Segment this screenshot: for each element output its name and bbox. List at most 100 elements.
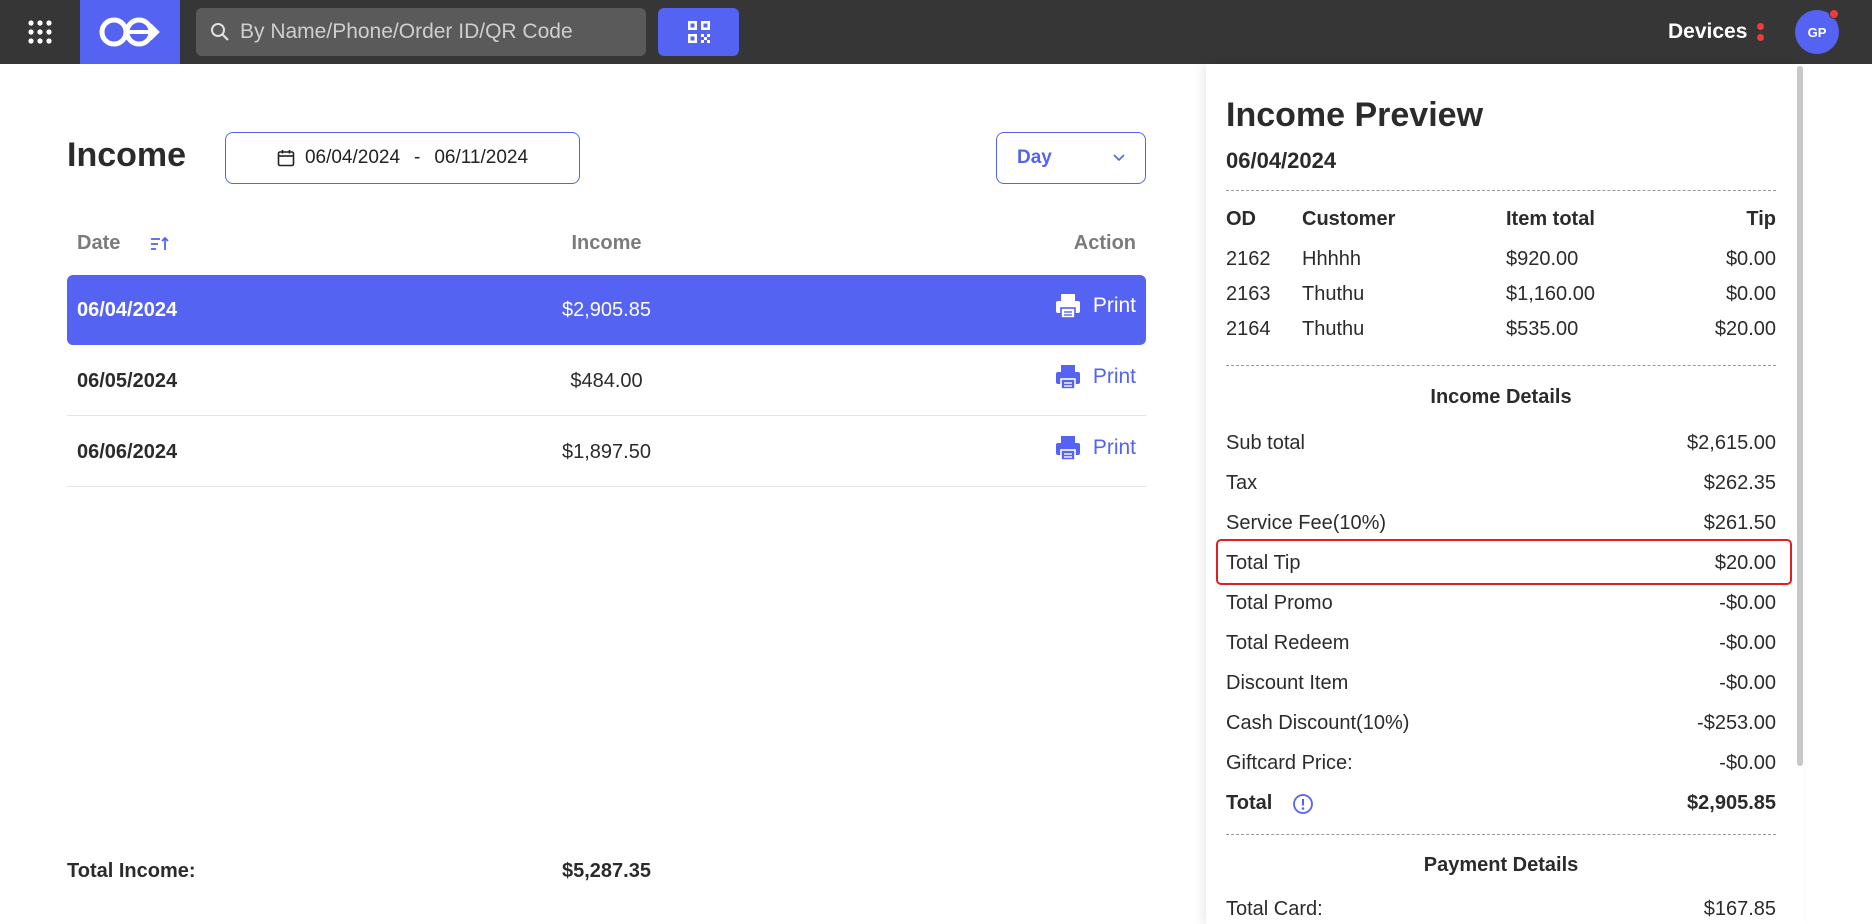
column-od: OD: [1226, 208, 1256, 230]
order-customer: Thuthu: [1302, 318, 1365, 340]
order-od: 2164: [1226, 318, 1271, 340]
devices-status-icon: [1757, 23, 1765, 41]
total-income-value: $5,287.35: [562, 860, 651, 882]
row-income: $2,905.85: [562, 299, 651, 321]
row-income: $1,897.50: [562, 441, 651, 463]
date-start: 06/04/2024: [304, 147, 401, 168]
total-row: Total $2,905.85: [1226, 792, 1776, 815]
payment-details-title: Payment Details: [1423, 854, 1579, 876]
order-od: 2163: [1226, 283, 1271, 305]
income-details-title: Income Details: [1430, 386, 1572, 408]
top-bar: Devices GP: [0, 0, 1872, 64]
period-value: Day: [1017, 147, 1052, 168]
detail-row: Tax $262.35: [1226, 472, 1776, 495]
search-icon: [211, 23, 229, 41]
devices-label: Devices: [1668, 20, 1748, 43]
page-title: Income: [67, 136, 187, 174]
table-row[interactable]: 06/06/2024 $1,897.50 Print: [67, 417, 1146, 487]
printer-icon: [1055, 436, 1080, 461]
detail-label: Giftcard Price:: [1226, 752, 1353, 774]
detail-value: $2,615.00: [1687, 432, 1776, 454]
print-button[interactable]: Print: [1055, 364, 1136, 390]
detail-row: Service Fee(10%) $261.50: [1226, 512, 1776, 535]
payment-value: $167.85: [1703, 898, 1776, 920]
apps-grid-icon[interactable]: [0, 0, 80, 64]
qr-scan-button[interactable]: [658, 8, 739, 56]
date-range-picker[interactable]: 06/04/2024 - 06/11/2024: [225, 132, 580, 184]
total-label: Total: [1226, 792, 1273, 814]
payment-label: Total Card:: [1226, 898, 1323, 920]
column-action: Action: [1073, 232, 1136, 254]
table-row[interactable]: 06/04/2024 $2,905.85 Print: [67, 275, 1146, 345]
preview-date: 06/04/2024: [1226, 148, 1337, 173]
detail-label: Total Tip: [1226, 552, 1301, 574]
date-end: 06/11/2024: [434, 147, 529, 168]
column-customer: Customer: [1302, 208, 1396, 230]
detail-row: Cash Discount(10%) -$253.00: [1226, 712, 1776, 735]
column-tip: Tip: [1746, 208, 1776, 230]
period-select[interactable]: Day: [996, 132, 1146, 184]
column-item-total: Item total: [1506, 208, 1595, 230]
notification-dot: [1829, 9, 1839, 19]
detail-label: Cash Discount(10%): [1226, 712, 1410, 734]
divider: [1226, 365, 1776, 366]
table-row[interactable]: 06/05/2024 $484.00 Print: [67, 346, 1146, 416]
total-value: $2,905.85: [1687, 792, 1776, 814]
preview-scrollbar[interactable]: [1797, 66, 1803, 766]
order-item-total: $535.00: [1506, 318, 1579, 340]
preview-title: Income Preview: [1226, 96, 1484, 134]
order-tip: $20.00: [1714, 318, 1776, 340]
column-income: Income: [571, 232, 642, 254]
detail-value: -$253.00: [1697, 712, 1776, 734]
divider: [1226, 190, 1776, 191]
order-od: 2162: [1226, 248, 1271, 270]
detail-value: -$0.00: [1719, 672, 1776, 694]
app-logo[interactable]: [80, 0, 180, 64]
total-label-wrap: Total: [1226, 792, 1314, 815]
detail-row: Giftcard Price: -$0.00: [1226, 752, 1776, 775]
row-income: $484.00: [570, 370, 643, 392]
qr-code-icon: [687, 21, 710, 43]
print-button[interactable]: Print: [1055, 293, 1136, 319]
order-tip: $0.00: [1725, 248, 1776, 270]
info-icon[interactable]: [1292, 793, 1314, 815]
print-label: Print: [1092, 365, 1136, 388]
print-label: Print: [1092, 436, 1136, 459]
detail-value: -$0.00: [1719, 752, 1776, 774]
print-label: Print: [1092, 294, 1136, 317]
order-customer: Thuthu: [1302, 283, 1365, 305]
detail-label: Total Promo: [1226, 592, 1333, 614]
calendar-icon: [277, 150, 295, 167]
print-button[interactable]: Print: [1055, 435, 1136, 461]
payment-row: Total Card: $167.85: [1226, 898, 1776, 921]
detail-value: $20.00: [1714, 552, 1776, 574]
detail-value: -$0.00: [1719, 592, 1776, 614]
detail-value: $261.50: [1703, 512, 1776, 534]
income-table-header: Date Income Action: [67, 222, 1146, 266]
income-preview-panel: Income Preview 06/04/2024 OD Customer It…: [1206, 64, 1804, 924]
detail-row: Total Promo -$0.00: [1226, 592, 1776, 615]
search-box[interactable]: [196, 8, 646, 56]
detail-row: Discount Item -$0.00: [1226, 672, 1776, 695]
detail-row: Total Redeem -$0.00: [1226, 632, 1776, 655]
detail-label: Tax: [1226, 472, 1258, 494]
order-tip: $0.00: [1725, 283, 1776, 305]
detail-label: Discount Item: [1226, 672, 1349, 694]
order-item-total: $920.00: [1506, 248, 1579, 270]
detail-label: Total Redeem: [1226, 632, 1350, 654]
detail-value: $262.35: [1703, 472, 1776, 494]
detail-row: Total Tip $20.00: [1226, 552, 1776, 575]
printer-icon: [1055, 294, 1080, 319]
devices-menu[interactable]: Devices: [1668, 0, 1765, 64]
chevron-down-icon: [1113, 154, 1125, 162]
order-item-total: $1,160.00: [1506, 283, 1595, 305]
order-customer: Hhhhh: [1302, 248, 1361, 270]
detail-label: Sub total: [1226, 432, 1305, 454]
printer-icon: [1055, 365, 1080, 390]
date-separator: -: [414, 147, 421, 168]
divider: [1226, 834, 1776, 835]
detail-label: Service Fee(10%): [1226, 512, 1387, 534]
detail-value: -$0.00: [1719, 632, 1776, 654]
detail-row: Sub total $2,615.00: [1226, 432, 1776, 455]
search-input[interactable]: [240, 20, 620, 44]
